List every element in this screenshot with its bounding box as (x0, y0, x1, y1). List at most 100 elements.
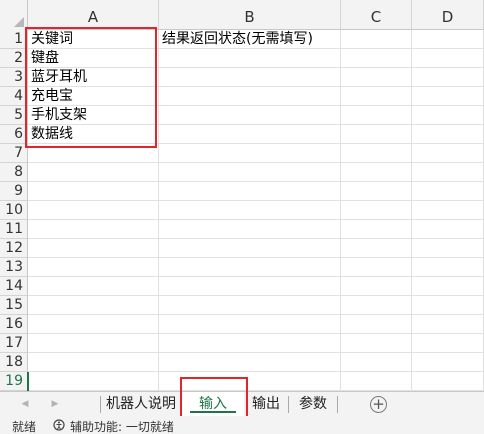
cell-b[interactable] (159, 68, 341, 87)
cell-b[interactable] (159, 106, 341, 125)
cell-d[interactable] (412, 372, 484, 391)
column-header-d[interactable]: D (412, 0, 484, 30)
cell-c[interactable] (341, 87, 412, 106)
cell-a[interactable] (28, 258, 159, 277)
cell-d[interactable] (412, 182, 484, 201)
cell-d[interactable] (412, 144, 484, 163)
cell-c[interactable] (341, 201, 412, 220)
cell-d[interactable] (412, 277, 484, 296)
cell-a[interactable] (28, 372, 159, 391)
cell-c[interactable] (341, 239, 412, 258)
next-sheet-icon[interactable]: ▶ (48, 397, 62, 411)
sheet-tab-params[interactable]: 参数 (289, 392, 337, 416)
row-number[interactable]: 6 (0, 125, 28, 144)
cell-d[interactable] (412, 49, 484, 68)
cell-b[interactable] (159, 296, 341, 315)
row-number[interactable]: 5 (0, 106, 28, 125)
row-number[interactable]: 10 (0, 201, 28, 220)
row-number[interactable]: 8 (0, 163, 28, 182)
cell-b[interactable] (159, 125, 341, 144)
cell-b[interactable] (159, 220, 341, 239)
cell-a[interactable] (28, 201, 159, 220)
cell-a[interactable]: 关键词 (28, 30, 159, 49)
cell-c[interactable] (341, 106, 412, 125)
row-number[interactable]: 7 (0, 144, 28, 163)
column-header-b[interactable]: B (159, 0, 341, 30)
row-number[interactable]: 12 (0, 239, 28, 258)
sheet-tab-robot-desc[interactable]: 机器人说明 (101, 392, 181, 416)
cell-d[interactable] (412, 296, 484, 315)
cell-a[interactable]: 数据线 (28, 125, 159, 144)
row-number[interactable]: 2 (0, 49, 28, 68)
cell-c[interactable] (341, 334, 412, 353)
cell-d[interactable] (412, 353, 484, 372)
row-number[interactable]: 1 (0, 30, 28, 49)
cell-d[interactable] (412, 334, 484, 353)
column-header-c[interactable]: C (341, 0, 412, 30)
cell-a[interactable] (28, 334, 159, 353)
row-number[interactable]: 13 (0, 258, 28, 277)
cell-c[interactable] (341, 296, 412, 315)
cell-d[interactable] (412, 68, 484, 87)
cell-c[interactable] (341, 49, 412, 68)
cell-c[interactable] (341, 220, 412, 239)
cell-a[interactable] (28, 353, 159, 372)
accessibility-status[interactable]: 辅助功能: 一切就绪 (70, 418, 174, 434)
cell-b[interactable]: 结果返回状态(无需填写) (159, 30, 341, 49)
row-number[interactable]: 3 (0, 68, 28, 87)
cell-a[interactable]: 充电宝 (28, 87, 159, 106)
select-all-corner[interactable] (0, 0, 28, 30)
cell-d[interactable] (412, 201, 484, 220)
cell-c[interactable] (341, 30, 412, 49)
cell-a[interactable] (28, 144, 159, 163)
cell-a[interactable] (28, 182, 159, 201)
cell-b[interactable] (159, 182, 341, 201)
cell-b[interactable] (159, 144, 341, 163)
cell-b[interactable] (159, 49, 341, 68)
cell-a[interactable]: 键盘 (28, 49, 159, 68)
cell-a[interactable] (28, 220, 159, 239)
cell-c[interactable] (341, 125, 412, 144)
sheet-tab-input[interactable]: 输入 (182, 392, 244, 416)
cell-a[interactable] (28, 315, 159, 334)
cell-b[interactable] (159, 334, 341, 353)
row-number[interactable]: 18 (0, 353, 28, 372)
cell-d[interactable] (412, 87, 484, 106)
cell-a[interactable] (28, 239, 159, 258)
cell-a[interactable]: 蓝牙耳机 (28, 68, 159, 87)
cell-c[interactable] (341, 277, 412, 296)
row-number[interactable]: 11 (0, 220, 28, 239)
cell-c[interactable] (341, 372, 412, 391)
cell-b[interactable] (159, 163, 341, 182)
cell-a[interactable] (28, 296, 159, 315)
row-number[interactable]: 17 (0, 334, 28, 353)
add-sheet-button[interactable]: + (370, 396, 387, 413)
cell-d[interactable] (412, 258, 484, 277)
cell-c[interactable] (341, 163, 412, 182)
cell-d[interactable] (412, 30, 484, 49)
row-number[interactable]: 16 (0, 315, 28, 334)
row-number[interactable]: 14 (0, 277, 28, 296)
cell-b[interactable] (159, 87, 341, 106)
cell-b[interactable] (159, 353, 341, 372)
cell-a[interactable]: 手机支架 (28, 106, 159, 125)
prev-sheet-icon[interactable]: ◀ (18, 397, 32, 411)
cell-c[interactable] (341, 182, 412, 201)
cell-b[interactable] (159, 258, 341, 277)
row-number[interactable]: 4 (0, 87, 28, 106)
cell-c[interactable] (341, 353, 412, 372)
cell-b[interactable] (159, 277, 341, 296)
cell-b[interactable] (159, 201, 341, 220)
cell-b[interactable] (159, 239, 341, 258)
row-number[interactable]: 19 (0, 372, 28, 391)
column-header-a[interactable]: A (28, 0, 159, 30)
cell-c[interactable] (341, 258, 412, 277)
cell-c[interactable] (341, 68, 412, 87)
cell-d[interactable] (412, 106, 484, 125)
cell-d[interactable] (412, 220, 484, 239)
cell-c[interactable] (341, 315, 412, 334)
row-number[interactable]: 15 (0, 296, 28, 315)
cell-b[interactable] (159, 372, 341, 391)
cell-d[interactable] (412, 315, 484, 334)
cell-b[interactable] (159, 315, 341, 334)
